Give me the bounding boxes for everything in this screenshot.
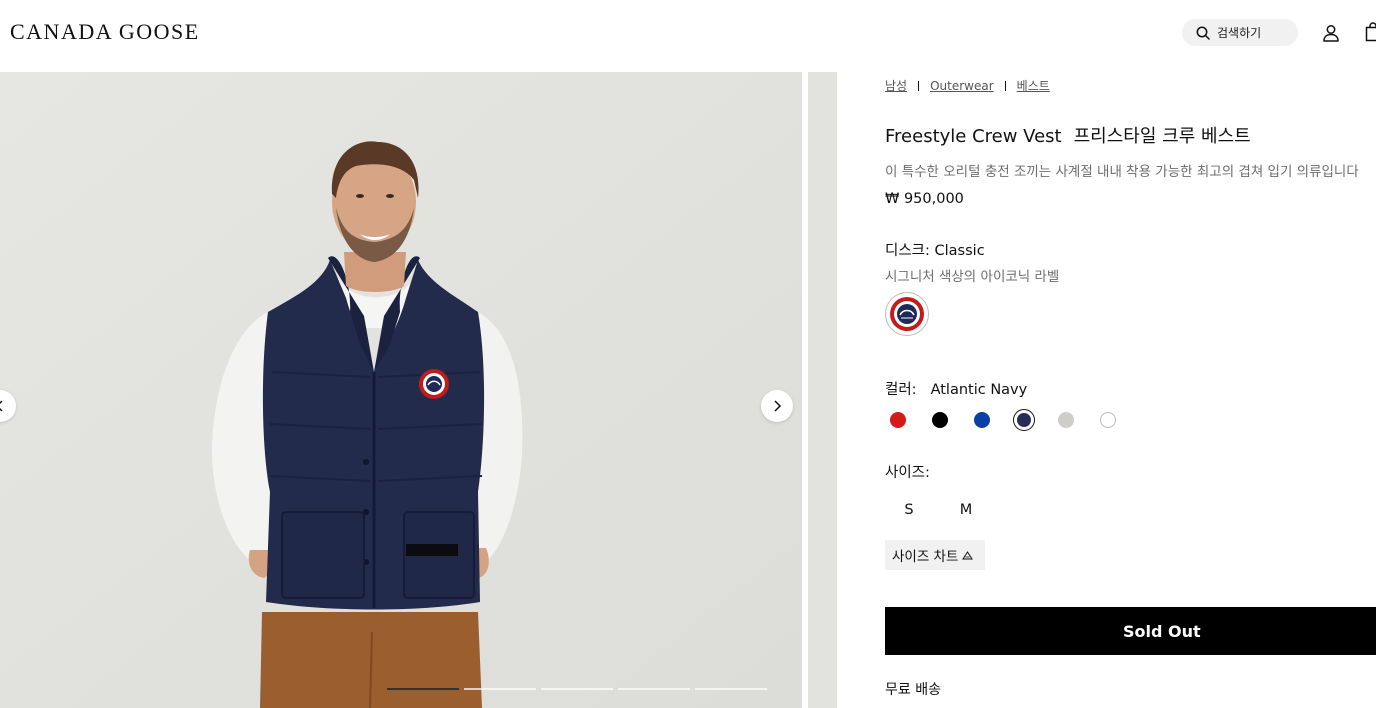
search-icon (1196, 26, 1210, 40)
disc-label: 디스크: Classic (885, 243, 985, 259)
disc-badge-icon (890, 297, 924, 331)
product-price: ₩ 950,000 (885, 191, 964, 207)
product-image-gallery[interactable] (0, 72, 802, 708)
account-icon (1323, 25, 1339, 42)
color-swatch-red[interactable] (887, 409, 909, 431)
product-description: 이 특수한 오리털 충전 조끼는 사계절 내내 착용 가능한 최고의 겹쳐 입기… (885, 164, 1359, 180)
account-button[interactable] (1320, 22, 1342, 44)
swatch-fill (1017, 413, 1031, 427)
brand-logo[interactable]: CANADA GOOSE (10, 19, 200, 45)
size-option-m[interactable]: M (946, 499, 986, 521)
ruler-icon (962, 550, 974, 559)
gallery-dot[interactable] (695, 688, 767, 690)
swatch-fill (932, 412, 948, 428)
chevron-right-icon (774, 400, 782, 412)
product-photo (0, 72, 802, 708)
search-placeholder: 검색하기 (1217, 26, 1262, 40)
product-info-panel: 남성 Outerwear 베스트 Freestyle Crew Vest 프리스타… (885, 72, 1376, 708)
color-swatch-atlantic-navy[interactable] (1013, 409, 1035, 431)
breadcrumb-separator (1004, 80, 1006, 91)
sold-out-button[interactable]: Sold Out (885, 607, 1376, 655)
product-title-en: Freestyle Crew Vest (885, 126, 1062, 147)
breadcrumb-link-men[interactable]: 남성 (885, 77, 907, 94)
search-box[interactable]: 검색하기 (1182, 19, 1298, 46)
site-header: CANADA GOOSE 검색하기 (0, 0, 1376, 72)
swatch-fill (890, 412, 906, 428)
gallery-dot[interactable] (618, 688, 690, 690)
color-swatch-white[interactable] (1097, 409, 1119, 431)
color-swatch-grey[interactable] (1055, 409, 1077, 431)
size-chart-button[interactable]: 사이즈 차트 (885, 540, 985, 570)
color-selected-name: Atlantic Navy (930, 382, 1028, 398)
disc-swatch-classic[interactable] (885, 292, 929, 336)
color-swatch-royal-blue[interactable] (971, 409, 993, 431)
breadcrumb: 남성 Outerwear 베스트 (885, 77, 1050, 94)
gallery-dot[interactable] (387, 688, 459, 690)
color-label: 컬러: Atlantic Navy (885, 378, 1027, 399)
size-chart-label: 사이즈 차트 (892, 549, 959, 565)
gallery-dot[interactable] (541, 688, 613, 690)
disc-subtitle: 시그니처 색상의 아이코닉 라벨 (885, 269, 1060, 285)
swatch-fill (1100, 412, 1116, 428)
size-label: 사이즈: (885, 465, 930, 481)
breadcrumb-link-outerwear[interactable]: Outerwear (930, 79, 994, 93)
free-shipping-label: 무료 배송 (885, 682, 941, 698)
color-swatch-black[interactable] (929, 409, 951, 431)
size-option-s[interactable]: S (889, 499, 929, 521)
gallery-dot[interactable] (464, 688, 536, 690)
swatch-fill (974, 412, 990, 428)
bag-icon (1365, 22, 1376, 42)
product-title-ko: 프리스타일 크루 베스트 (1073, 126, 1251, 147)
breadcrumb-separator (918, 80, 920, 91)
bag-button[interactable] (1364, 22, 1376, 44)
gallery-next-button[interactable] (761, 390, 793, 422)
product-title: Freestyle Crew Vest 프리스타일 크루 베스트 (885, 122, 1251, 148)
swatch-fill (1058, 412, 1074, 428)
gallery-pagination (387, 688, 767, 690)
color-label-text: 컬러: (885, 382, 917, 398)
chevron-left-icon (0, 400, 3, 412)
breadcrumb-link-vest[interactable]: 베스트 (1017, 77, 1050, 94)
gallery-next-slide-preview[interactable] (808, 72, 837, 708)
